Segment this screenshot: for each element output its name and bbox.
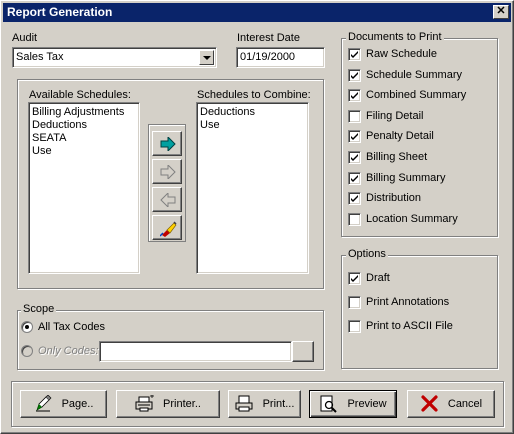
available-schedules-label: Available Schedules:	[29, 89, 131, 101]
checkmark-icon	[351, 92, 358, 100]
options-label: Options	[346, 248, 388, 260]
list-item[interactable]: Use	[32, 145, 52, 158]
interest-date-label: Interest Date	[237, 32, 300, 44]
distribution-checkbox[interactable]	[348, 192, 361, 206]
page-setup-icon	[35, 395, 52, 412]
print-to-ascii-file-label[interactable]: Print to ASCII File	[366, 320, 453, 332]
printer-setup-button-label: Printer..	[163, 398, 201, 410]
checkmark-icon	[351, 133, 358, 141]
raw-schedule-checkbox[interactable]	[348, 48, 361, 61]
checkmark-icon	[351, 154, 358, 161]
list-item[interactable]: Deductions	[200, 106, 255, 119]
documents-to-print-label: Documents to Print	[346, 31, 444, 43]
remove-schedule-button[interactable]	[152, 187, 182, 212]
eraser-brush-icon	[160, 221, 177, 237]
list-item[interactable]: Deductions	[32, 119, 87, 132]
location-summary-label[interactable]: Location Summary	[366, 213, 458, 225]
interest-date-field[interactable]: 01/19/2000	[236, 47, 325, 68]
filing-detail-label[interactable]: Filing Detail	[366, 110, 423, 122]
cancel-button-label: Cancel	[447, 398, 483, 410]
only-codes-label: Only Codes:	[38, 345, 99, 357]
penalty-detail-checkbox[interactable]	[348, 130, 361, 144]
schedules-to-combine-label: Schedules to Combine:	[197, 89, 311, 101]
print-preview-icon	[320, 395, 338, 413]
only-codes-radio[interactable]	[21, 345, 33, 357]
arrow-right-icon	[160, 137, 176, 151]
checkmark-icon	[351, 195, 358, 203]
billing-sheet-checkbox[interactable]	[348, 151, 361, 164]
window-title: Report Generation	[7, 5, 113, 19]
only-codes-field[interactable]	[99, 341, 292, 362]
print-annotations-label[interactable]: Print Annotations	[366, 296, 449, 308]
preview-button[interactable]: Preview	[309, 390, 397, 418]
list-item[interactable]: Billing Adjustments	[32, 106, 124, 119]
penalty-detail-label[interactable]: Penalty Detail	[366, 130, 434, 142]
combined-summary-label[interactable]: Combined Summary	[366, 89, 466, 101]
printer-icon	[235, 395, 253, 412]
print-button[interactable]: Print...	[228, 390, 301, 418]
location-summary-checkbox[interactable]	[348, 212, 361, 226]
printer-setup-icon	[135, 395, 155, 412]
available-schedules-list[interactable]: Billing Adjustments Deductions SEATA Use	[28, 102, 140, 274]
close-button[interactable]: ✕	[493, 5, 509, 19]
printer-setup-button[interactable]: Printer..	[116, 390, 220, 418]
checkmark-icon	[351, 51, 358, 58]
page-setup-button[interactable]: Page..	[20, 390, 107, 418]
list-item[interactable]: Use	[200, 119, 220, 132]
clear-schedules-button[interactable]	[152, 215, 182, 240]
draft-checkbox[interactable]	[348, 272, 361, 285]
all-tax-codes-label[interactable]: All Tax Codes	[38, 321, 105, 333]
checkmark-icon	[351, 174, 358, 182]
all-tax-codes-radio[interactable]	[21, 321, 33, 333]
options-group	[341, 255, 498, 369]
cancel-button[interactable]: Cancel	[407, 390, 495, 418]
add-all-button[interactable]	[152, 159, 182, 184]
billing-summary-checkbox[interactable]	[348, 171, 361, 185]
billing-sheet-label[interactable]: Billing Sheet	[366, 151, 427, 163]
schedule-summary-checkbox[interactable]	[348, 68, 361, 82]
report-generation-dialog: Report Generation ✕ Audit Sales Tax Inte…	[0, 0, 514, 434]
page-setup-button-label: Page..	[61, 398, 94, 410]
draft-label[interactable]: Draft	[366, 272, 390, 284]
print-button-label: Print...	[262, 398, 295, 410]
preview-button-label: Preview	[347, 398, 387, 410]
arrow-right-disabled-icon	[160, 165, 176, 179]
audit-select-value: Sales Tax	[16, 51, 64, 63]
arrow-left-disabled-icon	[160, 193, 176, 207]
schedules-to-combine-list[interactable]: Deductions Use	[196, 102, 309, 274]
print-to-ascii-file-checkbox[interactable]	[348, 320, 361, 333]
checkmark-icon	[351, 71, 358, 79]
cancel-x-icon	[421, 395, 438, 412]
audit-label: Audit	[12, 32, 38, 44]
interest-date-value: 01/19/2000	[240, 51, 296, 63]
add-schedule-button[interactable]	[152, 131, 182, 156]
only-codes-browse-button[interactable]	[292, 341, 314, 362]
combined-summary-checkbox[interactable]	[348, 89, 361, 103]
list-item[interactable]: SEATA	[32, 132, 66, 145]
raw-schedule-label[interactable]: Raw Schedule	[366, 48, 437, 60]
billing-summary-label[interactable]: Billing Summary	[366, 172, 445, 184]
distribution-label[interactable]: Distribution	[366, 192, 421, 204]
print-annotations-checkbox[interactable]	[348, 296, 361, 309]
title-bar[interactable]: Report Generation ✕	[3, 3, 511, 22]
scope-label: Scope	[21, 303, 57, 315]
checkmark-icon	[351, 275, 358, 282]
chevron-down-icon[interactable]	[199, 50, 214, 65]
schedule-summary-label[interactable]: Schedule Summary	[366, 69, 462, 81]
audit-select[interactable]: Sales Tax	[12, 47, 217, 68]
close-icon: ✕	[496, 5, 506, 17]
filing-detail-checkbox[interactable]	[348, 109, 361, 123]
